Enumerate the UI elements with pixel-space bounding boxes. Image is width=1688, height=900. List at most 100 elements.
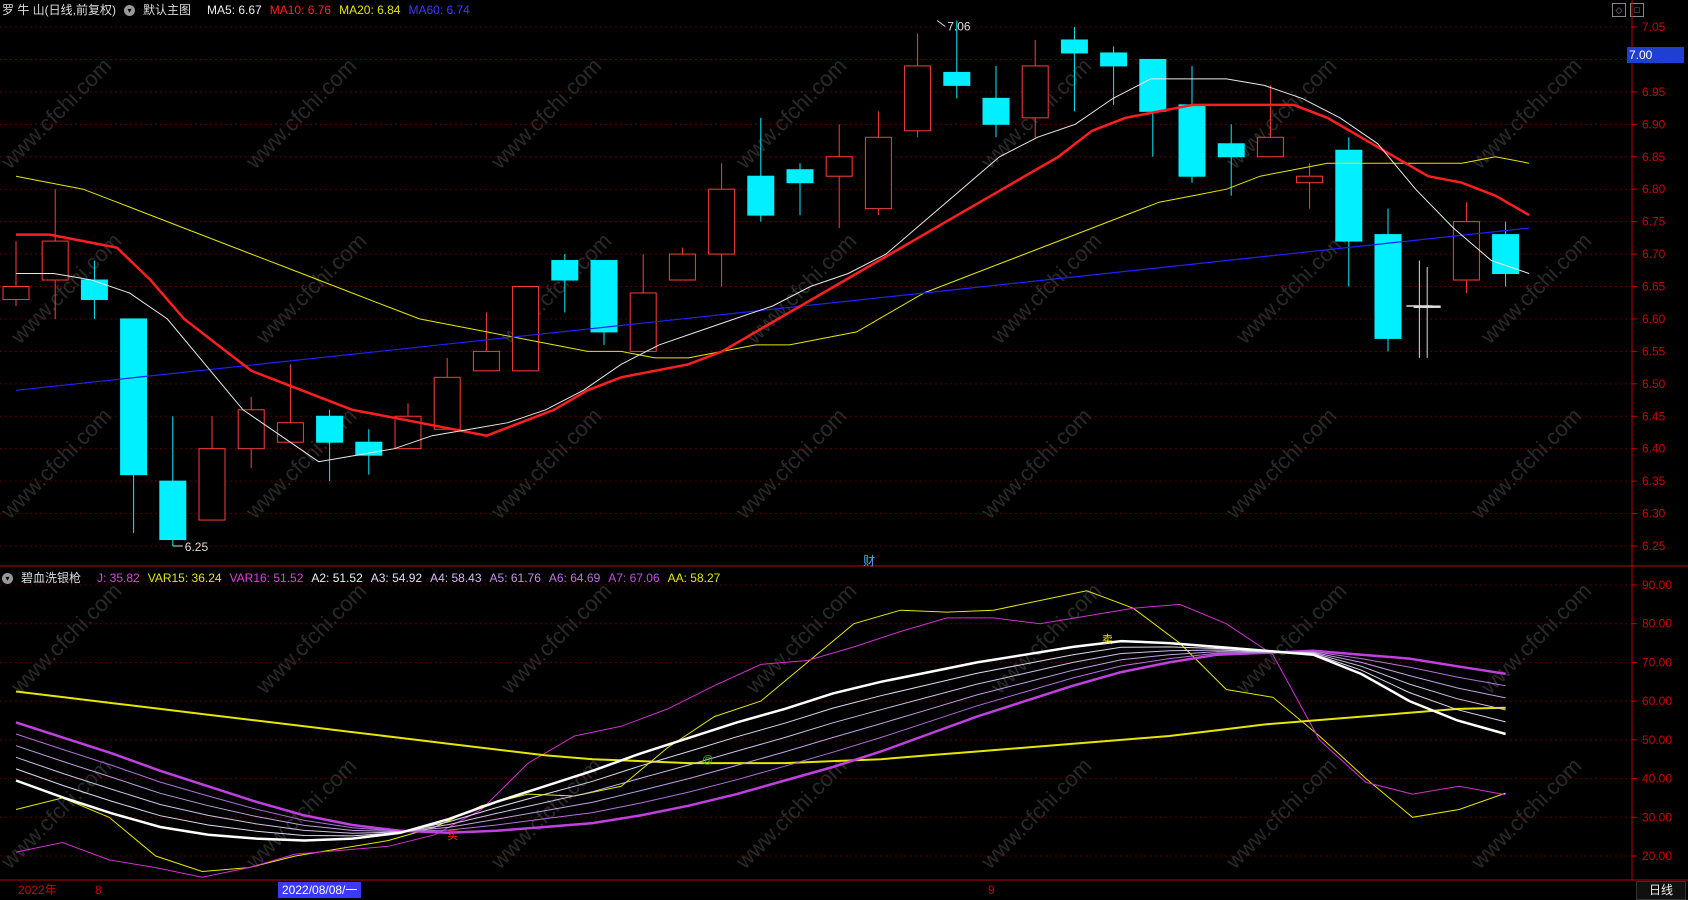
a3-label: A3: 54.92 — [370, 571, 423, 585]
high-label: 7.06 — [947, 20, 971, 34]
candle-down — [982, 97, 1010, 125]
x-label-aug: 8 — [95, 883, 102, 897]
low-label: 6.25 — [185, 540, 209, 554]
candle-down — [1374, 234, 1402, 339]
candle-down — [786, 169, 814, 184]
indicator-name: 碧血洗银枪 — [21, 571, 82, 585]
sell-signal: 卖 — [1102, 633, 1113, 646]
candle-up — [472, 350, 500, 372]
price-tick-label: 6.65 — [1642, 280, 1666, 294]
ma60-line — [15, 227, 1530, 391]
a2-label: A2: 51.52 — [311, 571, 363, 585]
candle-down — [1217, 143, 1245, 158]
var16-label: VAR16: 51.52 — [229, 571, 304, 585]
indicator-tick-label: 60.00 — [1642, 694, 1672, 708]
indicator-tick-label: 40.00 — [1642, 772, 1672, 786]
price-tick-label: 6.70 — [1642, 247, 1666, 261]
indicator-tick-label: 90.00 — [1642, 578, 1672, 592]
indicator-tick-label: 80.00 — [1642, 617, 1672, 631]
candle-down — [1100, 52, 1128, 67]
mid-signal: @ — [702, 754, 713, 766]
watermark-text: www.cfchi.com — [730, 53, 851, 174]
candle-up — [668, 253, 696, 281]
finance-marker: 财 — [863, 554, 875, 568]
price-tick-label: 6.35 — [1642, 474, 1666, 488]
candle-up — [708, 188, 736, 255]
a7-label: A7: 67.06 — [608, 571, 660, 585]
x-label-sep: 9 — [988, 883, 995, 897]
candle-up — [1021, 65, 1049, 119]
candle-down — [590, 260, 618, 333]
x-label-year: 2022年 — [18, 883, 57, 897]
candle-down — [1060, 39, 1088, 54]
buy-signal: 买 — [447, 829, 458, 842]
indicator-tick-label: 30.00 — [1642, 810, 1672, 824]
candle-down — [80, 279, 108, 300]
watermark-text: www.cfchi.com — [1465, 53, 1586, 174]
watermark-text: www.cfchi.com — [1220, 403, 1341, 524]
candle-down — [943, 71, 971, 86]
indicator-header: ▾ 碧血洗银枪 J: 35.82 VAR15: 36.24 VAR16: 51.5… — [2, 568, 728, 588]
high-marker — [936, 20, 946, 27]
price-tick-label: 6.90 — [1642, 117, 1666, 131]
watermark-text: www.cfchi.com — [485, 53, 606, 174]
watermark-text: www.cfchi.com — [495, 578, 616, 699]
price-tick-label: 6.45 — [1642, 409, 1666, 423]
candle-down — [747, 175, 775, 216]
price-tick-label: 6.85 — [1642, 150, 1666, 164]
watermark-text: www.cfchi.com — [250, 228, 371, 349]
candle-up — [825, 156, 853, 177]
candle-up — [2, 286, 30, 300]
watermark-text: www.cfchi.com — [740, 578, 861, 699]
price-tick-label: 6.50 — [1642, 377, 1666, 391]
kline-chart[interactable]: www.cfchi.com www.cfchi.com www.cfchi.com w… — [0, 0, 1688, 898]
candle-down — [1139, 58, 1167, 112]
price-tick-label: 6.75 — [1642, 215, 1666, 229]
watermark-text: www.cfchi.com — [485, 403, 606, 524]
candle-up — [433, 376, 461, 430]
aa-line — [15, 690, 1506, 765]
price-tick-label: 7.05 — [1642, 20, 1666, 34]
current-price-box: 7.00 — [1627, 47, 1684, 63]
indicator-tick-label: 50.00 — [1642, 733, 1672, 747]
watermark-text: www.cfchi.com — [5, 578, 126, 699]
watermark-text: www.cfchi.com — [250, 578, 371, 699]
price-tick-label: 6.80 — [1642, 182, 1666, 196]
candle-up — [1296, 175, 1324, 184]
price-tick-label: 6.95 — [1642, 85, 1666, 99]
a5-label: A5: 61.76 — [489, 571, 541, 585]
watermark-text: www.cfchi.com — [1230, 228, 1351, 349]
watermark-text: www.cfchi.com — [730, 403, 851, 524]
indicator-tick-label: 20.00 — [1642, 849, 1672, 863]
candle-down — [1492, 234, 1520, 275]
price-tick-label: 6.25 — [1642, 539, 1666, 553]
candle-down — [316, 415, 344, 443]
watermark-text: www.cfchi.com — [0, 53, 116, 174]
aa-label: AA: 58.27 — [667, 571, 721, 585]
watermark-text: www.cfchi.com — [975, 403, 1096, 524]
price-tick-label: 6.30 — [1642, 507, 1666, 521]
candle-down — [1335, 149, 1363, 242]
watermark-text: www.cfchi.com — [240, 53, 361, 174]
watermark-text: www.cfchi.com — [0, 403, 116, 524]
candle-down — [551, 260, 579, 281]
a6-label: A6: 64.69 — [548, 571, 601, 585]
a4-label: A4: 58.43 — [430, 571, 482, 585]
indicator-tick-label: 70.00 — [1642, 655, 1672, 669]
candle-up — [1452, 221, 1480, 281]
price-tick-label: 6.40 — [1642, 442, 1666, 456]
var15-label: VAR15: 36.24 — [147, 571, 222, 585]
cursor-date-box: 2022/08/08/一 — [278, 882, 362, 898]
j-label: J: 35.82 — [97, 571, 140, 585]
candle-up — [512, 286, 540, 372]
watermark-text: www.cfchi.com — [1465, 403, 1586, 524]
candle-up — [904, 65, 932, 132]
candle-down — [120, 318, 148, 476]
candle-down — [1178, 104, 1206, 177]
price-tick-label: 6.55 — [1642, 344, 1666, 358]
candle-up — [198, 448, 226, 521]
chevron-down-icon[interactable]: ▾ — [2, 573, 13, 585]
candle-down — [159, 480, 187, 541]
indicator-selector[interactable]: ▾ 碧血洗银枪 — [2, 568, 89, 588]
period-button[interactable]: 日线 — [1636, 881, 1686, 900]
